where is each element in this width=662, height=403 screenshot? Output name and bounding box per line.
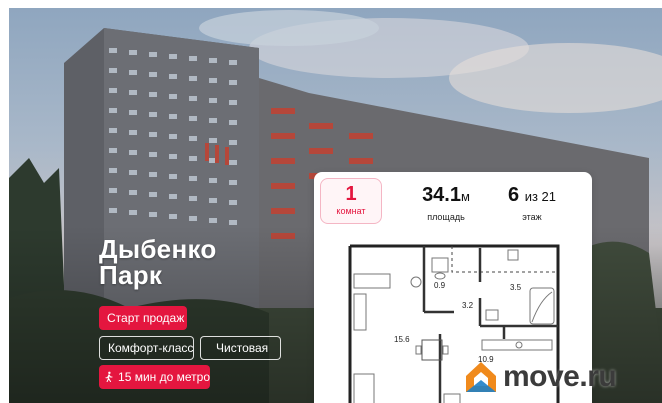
area-value: 34.1	[422, 184, 461, 206]
rooms-stat: 1 комнат	[320, 178, 382, 224]
plan-label-room: 15.6	[394, 335, 410, 344]
finishing-badge: Чистовая	[200, 336, 281, 360]
house-logo-icon	[466, 362, 496, 392]
plan-label-hall: 3.2	[462, 301, 474, 310]
area-stat: 34.1м площадь	[406, 184, 486, 222]
sales-start-badge: Старт продаж	[99, 306, 187, 330]
floor-stat: 6 из 21 этаж	[490, 184, 574, 222]
rooms-label: комнат	[336, 206, 366, 216]
floor-total: из 21	[524, 189, 556, 204]
walking-person-icon	[105, 371, 113, 383]
rooms-count: 1	[345, 183, 357, 205]
metro-distance-label: 15 мин до метро	[118, 370, 210, 384]
project-title-line2: Парк	[99, 260, 163, 290]
move-ru-logo: move.ru	[463, 357, 617, 397]
area-label: площадь	[427, 212, 465, 222]
listing-banner: Дыбенко Парк Старт продаж Комфорт-класс …	[0, 0, 662, 403]
project-title-line1: Дыбенко	[99, 234, 217, 264]
area-unit: м	[461, 189, 470, 204]
plan-label-bath: 3.5	[510, 283, 522, 292]
metro-distance-badge: 15 мин до метро	[99, 365, 210, 389]
plan-label-wc: 0.9	[434, 281, 446, 290]
comfort-class-badge: Комфорт-класс	[99, 336, 194, 360]
project-title: Дыбенко Парк	[99, 236, 299, 288]
logo-text: move.ru	[503, 360, 617, 393]
floor-value: 6	[508, 184, 520, 206]
floor-label: этаж	[522, 212, 542, 222]
